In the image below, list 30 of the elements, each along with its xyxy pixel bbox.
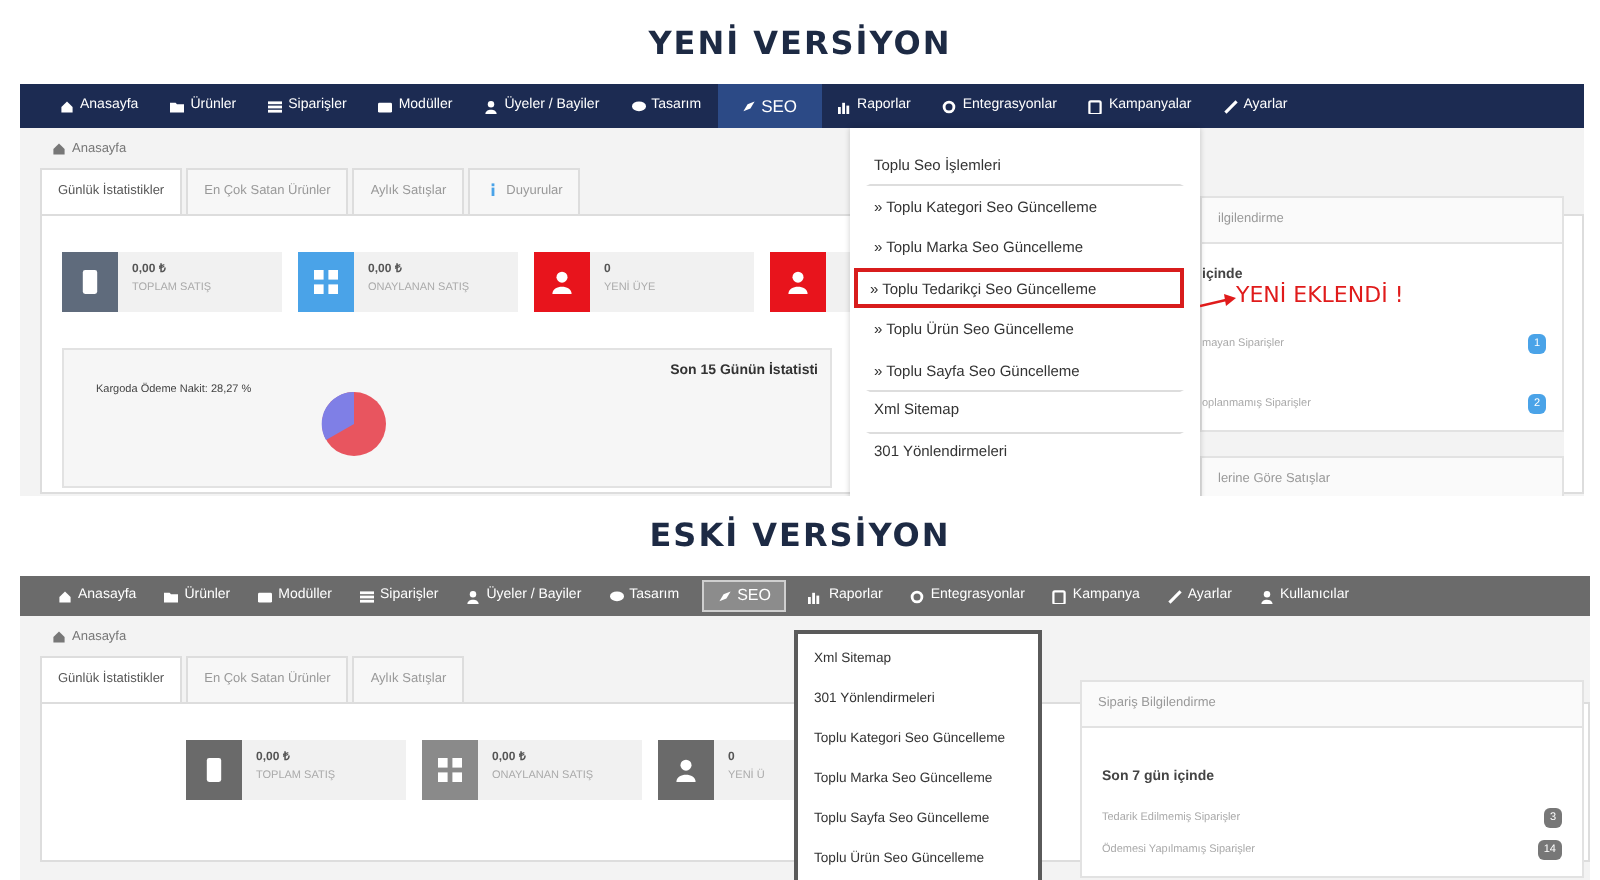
box-icon [258,589,273,603]
section-heading: YENİ VERSİYON [646,22,954,66]
bar-chart-icon [808,589,823,603]
nav-item[interactable]: SEO [717,84,822,128]
folder-icon [164,589,179,603]
home-icon [58,589,72,603]
user-icon [550,269,574,293]
user-icon [466,589,481,603]
user-icon [1259,589,1274,603]
grid-icon [438,757,462,781]
annotation-text: YENİ EKLENDİ ! [1236,281,1404,311]
ring-icon [910,589,925,603]
folder-icon [170,99,185,113]
arrow-drawing [1200,291,1236,312]
bar-chart-icon [837,99,852,113]
list-icon [268,99,283,113]
user-icon [674,757,698,781]
user-icon [484,99,499,113]
list-icon [360,589,374,603]
speech-bubble-icon [609,589,624,603]
home-icon [52,630,66,645]
section-heading: ESKİ VERSİYON [647,514,953,558]
ring-icon [942,99,957,113]
speech-bubble-icon [631,99,646,113]
home-icon [60,99,74,113]
user-icon [786,269,810,293]
home-icon [52,142,66,157]
grid-icon [314,269,338,293]
pie-chart-drawing [320,389,388,458]
box-icon [378,99,393,113]
